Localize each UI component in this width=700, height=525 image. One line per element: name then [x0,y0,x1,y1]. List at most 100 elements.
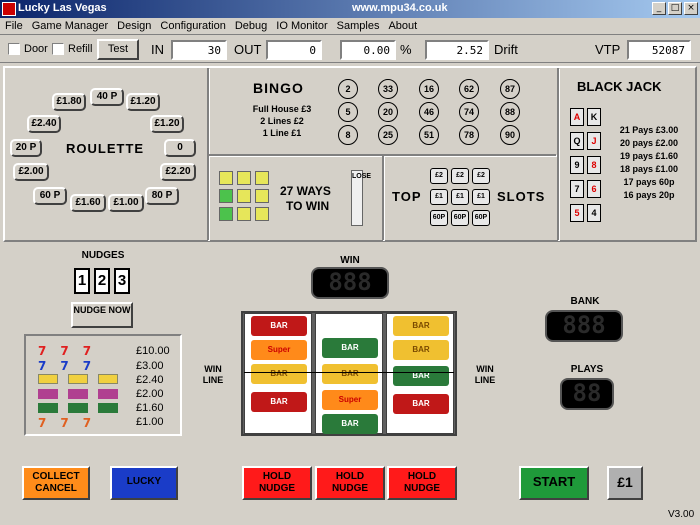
menu-samples[interactable]: Samples [332,18,384,32]
bingo-prize-1-line: 1 Line £1 [262,128,302,138]
test-button[interactable]: Test [97,39,139,60]
menu-about[interactable]: About [383,18,421,32]
bj-card: A [570,108,584,126]
slot-cell: 60P [451,210,469,226]
bingo-ball: 5 [338,102,358,122]
bj-pay: 19 pays £1.60 [619,151,679,161]
slot-cell: £2 [430,168,448,184]
reel-symbol: Super [251,340,307,360]
paytable-bar-icon [38,403,58,413]
app-icon [2,2,16,16]
toolbar: Door Refill Test IN 30 OUT 0 0.00 % 2.52… [0,36,700,63]
paytable-symbol-sevens: 777 [38,359,106,373]
roulette-200: £2.00 [13,163,49,181]
menu-design[interactable]: Design [112,18,155,32]
lose-lamp: LOSE [351,170,371,226]
door-checkbox[interactable] [8,43,20,55]
roulette-120a: £1.20 [126,93,160,111]
pound-coin-button[interactable]: £1 [607,466,643,500]
percent-field: 0.00 [340,40,396,60]
menu-debug[interactable]: Debug [230,18,271,32]
menu-file[interactable]: File [0,18,27,32]
bank-label: BANK [570,296,600,307]
slots-label: SLOTS [497,189,546,204]
bingo-ball: 90 [500,125,520,145]
hold-nudge-2-button[interactable]: HOLD NUDGE [315,466,385,500]
bank-display: 888 [545,310,623,342]
blackjack-title: BLACK JACK [577,79,662,94]
bingo-prize-2-lines: 2 Lines £2 [260,116,304,126]
refill-checkbox[interactable] [52,43,64,55]
paytable-bar-icon [68,403,88,413]
minimize-button[interactable]: _ [652,2,666,15]
out-label: OUT [234,42,262,57]
plays-label: PLAYS [570,364,604,375]
paytable-bar-icon [98,389,118,399]
bj-card: K [587,108,601,126]
paytable-bar-icon [38,389,58,399]
slot-cell: 60P [472,210,490,226]
roulette-60p: 60 P [33,187,67,205]
bingo-ball: 25 [378,125,398,145]
reel-1: BAR Super BAR BAR [244,313,312,434]
collect-cancel-button[interactable]: COLLECT CANCEL [22,466,90,500]
bingo-ball: 78 [459,125,479,145]
paytable-bell-icon [98,374,118,384]
nudge-now-lamp: NUDGE NOW [71,302,133,328]
bj-pay: 17 pays 60p [623,177,675,187]
close-button[interactable]: × [684,2,698,15]
bingo-ball: 16 [419,79,439,99]
nudges-title: NUDGES [81,250,125,261]
window-url: www.mpu34.co.uk [352,2,448,14]
win-display: 888 [311,267,389,299]
roulette-20p: 20 P [10,139,42,157]
win-label: WIN [340,255,360,266]
vtp-field: 52087 [627,40,691,60]
in-label: IN [151,42,164,57]
out-field: 0 [266,40,322,60]
ways-lamp [255,189,269,203]
reel-symbol: BAR [393,316,449,336]
lucky-button[interactable]: LUCKY [110,466,178,500]
paytable-value: £2.40 [136,374,164,386]
version-label: V3.00 [668,509,695,520]
menu-configuration[interactable]: Configuration [155,18,229,32]
divider [382,155,384,240]
slot-cell: £2 [451,168,469,184]
paytable-value: £3.00 [136,360,164,372]
bj-pay: 20 pays £2.00 [619,138,679,148]
paytable-value: £1.60 [136,402,164,414]
bingo-ball: 8 [338,125,358,145]
ways-lamp [219,207,233,221]
bj-pay: 18 pays £1.00 [619,164,679,174]
ways-lamp [237,207,251,221]
bingo-ball: 88 [500,102,520,122]
nudge-2: 2 [94,268,110,294]
in-field: 30 [171,40,227,60]
paytable-symbol-777: 777 [38,344,106,358]
paytable-bell-icon [38,374,58,384]
bingo-ball: 51 [419,125,439,145]
divider [557,68,559,240]
reel-symbol: BAR [322,414,378,434]
bingo-prize-full-house: Full House £3 [252,104,312,114]
maximize-button[interactable]: □ [668,2,682,15]
title-bar: Lucky Las Vegas www.mpu34.co.uk _ □ × [0,0,700,18]
reel-symbol: BAR [251,392,307,412]
reel-symbol: BAR [251,316,307,336]
hold-nudge-1-button[interactable]: HOLD NUDGE [242,466,312,500]
plays-display: 88 [560,378,614,410]
menu-io-monitor[interactable]: IO Monitor [271,18,331,32]
reel-symbol: Super [322,390,378,410]
ways-lamp [255,171,269,185]
slots-top-label: TOP [392,189,422,204]
hold-nudge-3-button[interactable]: HOLD NUDGE [387,466,457,500]
reel-symbol: BAR [393,394,449,414]
paytable-bar-icon [98,403,118,413]
paytable-value: £10.00 [136,345,170,357]
menu-game-manager[interactable]: Game Manager [27,18,112,32]
roulette-40p: 40 P [90,88,124,106]
bj-card: 8 [587,156,601,174]
start-button[interactable]: START [519,466,589,500]
door-label: Door [24,43,48,55]
